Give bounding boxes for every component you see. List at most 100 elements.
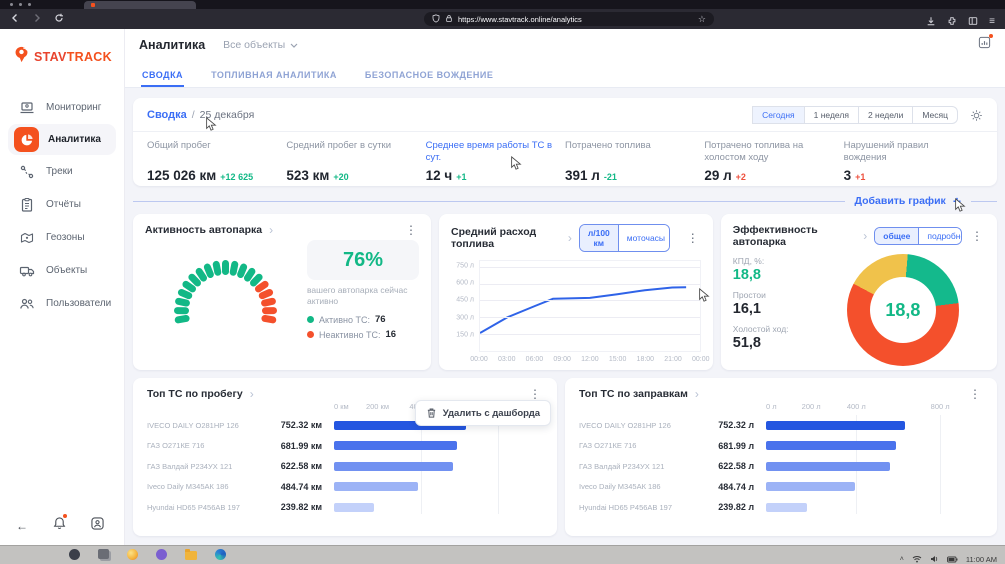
range-button[interactable]: Месяц [913, 106, 958, 124]
address-bar[interactable]: https://www.stavtrack.online/analytics ☆ [424, 12, 714, 26]
metric-delta: +1 [855, 172, 865, 182]
fleet-activity-card: Активность автопарка › ⋮ 76% вашего авто… [133, 214, 431, 370]
range-button[interactable]: 2 недели [859, 106, 913, 124]
kebab-menu-icon[interactable]: ⋮ [969, 230, 985, 242]
page-header: Аналитика Все объекты [125, 29, 1005, 61]
wifi-icon[interactable] [912, 550, 922, 564]
logo-text-suffix: TRACK [67, 50, 112, 64]
chevron-right-icon[interactable]: › [250, 388, 254, 400]
kebab-menu-icon[interactable]: ⋮ [527, 388, 543, 400]
back-icon[interactable] [10, 13, 20, 23]
bar-rows: IVECO DAILY О281НР 126 752.32 л ГАЗ О271… [579, 415, 983, 518]
range-button[interactable]: Сегодня [752, 106, 805, 124]
kebab-menu-icon[interactable]: ⋮ [967, 388, 983, 400]
volume-icon[interactable] [930, 550, 939, 564]
bar[interactable] [766, 462, 890, 471]
report-notification-icon[interactable] [978, 36, 991, 54]
chevron-right-icon[interactable]: › [269, 224, 273, 236]
sidebar-item-geozones[interactable]: Геозоны [0, 221, 124, 254]
mode-button[interactable]: общее [875, 228, 918, 244]
refuels-bar-chart: 0 л200 л400 л800 л IVECO DAILY О281НР 12… [579, 402, 983, 518]
summary-link[interactable]: Сводка [147, 109, 187, 121]
lock-icon[interactable] [445, 10, 453, 28]
vehicle-name: IVECO DAILY О281НР 126 [147, 421, 272, 430]
notifications-bell-icon[interactable] [53, 516, 66, 535]
file-explorer-icon[interactable] [185, 551, 197, 560]
sidebar-item-monitoring[interactable]: Мониторинг [0, 91, 124, 124]
bookmark-star-icon[interactable]: ☆ [698, 15, 706, 24]
bar[interactable] [766, 421, 905, 430]
sidebar: STAVTRACK Мониторинг Аналитика Треки Отч… [0, 29, 125, 545]
firefox-icon[interactable] [127, 549, 138, 560]
fleet-efficiency-card: Эффективность автопарка › общееподробно … [721, 214, 997, 370]
legend-dot [307, 331, 314, 338]
bar[interactable] [334, 462, 453, 471]
sidebar-item-label: Объекты [46, 265, 87, 276]
sidebar-item-users[interactable]: Пользователи [0, 287, 124, 320]
task-view-icon[interactable] [98, 549, 109, 559]
url-text[interactable]: https://www.stavtrack.online/analytics [458, 15, 693, 24]
bar[interactable] [766, 441, 896, 450]
mode-button[interactable]: моточасы [618, 225, 670, 251]
battery-icon[interactable] [947, 550, 958, 564]
tab[interactable]: БЕЗОПАСНОЕ ВОЖДЕНИЕ [364, 61, 494, 87]
delete-from-dashboard-menu-item[interactable]: Удалить с дашборда [415, 400, 551, 426]
tray-expand-icon[interactable]: ˄ [900, 556, 904, 563]
sidebar-item-tracks[interactable]: Треки [0, 155, 124, 188]
sidebar-item-reports[interactable]: Отчёты [0, 188, 124, 221]
browser-tab[interactable] [84, 1, 196, 9]
mode-button[interactable]: л/100 км [580, 225, 618, 251]
start-button-icon[interactable] [40, 549, 51, 560]
stat-label: Холостой ход: [733, 324, 821, 334]
summary-metrics: Общий пробег 125 026 км+12 625 Средний п… [133, 132, 997, 185]
range-button[interactable]: 1 неделя [805, 106, 859, 124]
vehicle-name: Iveco Daily М345АК 186 [147, 482, 272, 491]
profile-avatar-icon[interactable] [91, 517, 104, 535]
chevron-right-icon[interactable]: › [863, 230, 867, 242]
bar-row: ГАЗ О271КЕ 716 681.99 л [579, 436, 983, 457]
bar[interactable] [766, 503, 807, 512]
collapse-sidebar-icon[interactable]: ← [16, 519, 28, 533]
kebab-menu-icon[interactable]: ⋮ [685, 232, 701, 244]
fuel-line [480, 261, 700, 351]
sidebar-item-objects[interactable]: Объекты [0, 254, 124, 287]
sidebar-item-analytics[interactable]: Аналитика [8, 124, 116, 155]
objects-filter-label: Все объекты [223, 39, 285, 51]
shield-icon[interactable] [432, 10, 440, 28]
search-icon[interactable] [69, 549, 80, 560]
chevron-right-icon[interactable]: › [568, 232, 572, 244]
browser-toolbar: https://www.stavtrack.online/analytics ☆… [0, 9, 1005, 29]
reports-icon [18, 196, 35, 213]
clock[interactable]: 11:00 AM [966, 555, 997, 564]
menu-icon[interactable]: ≡ [989, 17, 995, 27]
metric-label: Общий пробег [147, 140, 276, 164]
objects-filter-dropdown[interactable]: Все объекты [223, 39, 298, 51]
forward-icon[interactable] [32, 13, 42, 23]
add-chart-divider: Добавить график + [133, 194, 997, 208]
tab[interactable]: СВОДКА [141, 61, 184, 87]
tab[interactable]: ТОПЛИВНАЯ АНАЛИТИКА [210, 61, 338, 87]
add-chart-plus-icon[interactable]: + [953, 196, 961, 206]
reload-icon[interactable] [54, 13, 64, 23]
dashboard-content: Сводка / 25 декабря Сегодня1 неделя2 нед… [125, 88, 1005, 545]
edge-browser-icon[interactable] [215, 549, 226, 560]
bar-value: 622.58 л [704, 461, 766, 471]
page-title: Аналитика [139, 38, 205, 52]
add-chart-button[interactable]: Добавить график [855, 195, 946, 207]
window-controls[interactable] [10, 3, 31, 6]
stat-value: 18,8 [733, 267, 821, 283]
app-icon[interactable] [156, 549, 167, 560]
bar[interactable] [334, 441, 457, 450]
metric-value: 29 л [704, 168, 731, 183]
objects-icon [18, 262, 35, 279]
kebab-menu-icon[interactable]: ⋮ [403, 224, 419, 236]
fleet-activity-gauge [145, 238, 305, 334]
mode-button[interactable]: подробно [918, 228, 962, 244]
bar[interactable] [334, 482, 418, 491]
logo-text-prefix: STAV [34, 50, 67, 64]
bar[interactable] [334, 503, 374, 512]
sidebar-item-label: Геозоны [46, 232, 85, 243]
chevron-right-icon[interactable]: › [695, 388, 699, 400]
gear-icon[interactable] [970, 109, 983, 122]
bar[interactable] [766, 482, 855, 491]
